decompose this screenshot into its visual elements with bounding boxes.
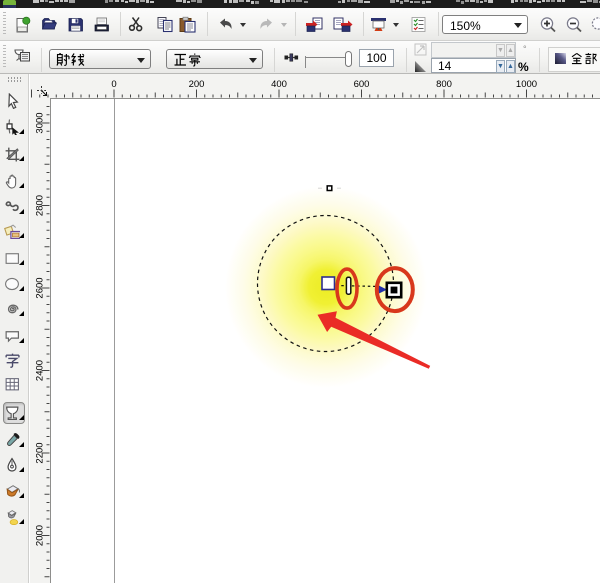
svg-text:2600: 2600 (35, 277, 46, 298)
svg-text:0: 0 (111, 79, 116, 90)
svg-text:600: 600 (354, 79, 370, 90)
svg-text:400: 400 (271, 79, 287, 90)
svg-text:3000: 3000 (35, 112, 46, 133)
svg-text:2400: 2400 (35, 360, 46, 381)
svg-text:2000: 2000 (35, 525, 46, 546)
svg-text:1000: 1000 (516, 79, 537, 90)
svg-text:200: 200 (189, 79, 205, 90)
svg-text:2800: 2800 (35, 195, 46, 216)
svg-text:800: 800 (436, 79, 452, 90)
svg-text:2200: 2200 (35, 442, 46, 463)
